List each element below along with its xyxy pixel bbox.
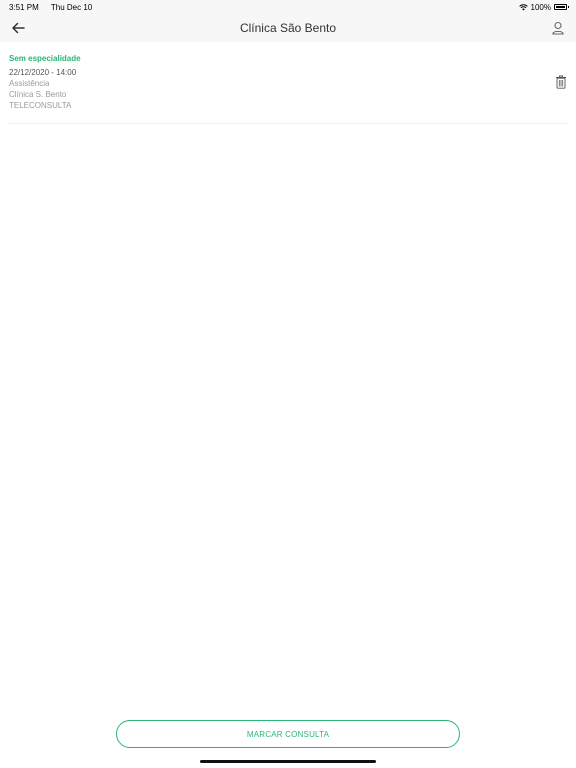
trash-icon[interactable]: [555, 75, 567, 89]
user-icon[interactable]: [550, 20, 566, 36]
appointment-specialty: Sem especialidade: [9, 54, 81, 63]
appointment-item[interactable]: Sem especialidade 22/12/2020 - 14:00 Ass…: [9, 42, 567, 124]
battery-percent: 100%: [530, 2, 551, 12]
wifi-icon: [518, 3, 528, 10]
battery-icon: [554, 4, 569, 10]
nav-bar: Clínica São Bento: [0, 14, 576, 42]
home-indicator: [200, 760, 376, 763]
appointment-service: Assistência: [9, 79, 50, 88]
arrow-left-icon[interactable]: [10, 20, 26, 36]
status-date: Thu Dec 10: [50, 2, 93, 12]
appointment-list: Sem especialidade 22/12/2020 - 14:00 Ass…: [0, 42, 576, 124]
page-title: Clínica São Bento: [239, 21, 337, 35]
status-left: 3:51 PM Thu Dec 10: [9, 3, 102, 12]
status-bar: 3:51 PM Thu Dec 10 100%: [0, 0, 576, 14]
appointment-clinic: Clínica S. Bento: [9, 90, 67, 99]
book-appointment-button[interactable]: MARCAR CONSULTA: [116, 720, 460, 748]
appointment-type: TELECONSULTA: [9, 101, 72, 110]
status-time: 3:51 PM: [9, 2, 39, 12]
status-right: 100%: [518, 2, 569, 12]
appointment-datetime: 22/12/2020 - 14:00: [9, 68, 77, 77]
